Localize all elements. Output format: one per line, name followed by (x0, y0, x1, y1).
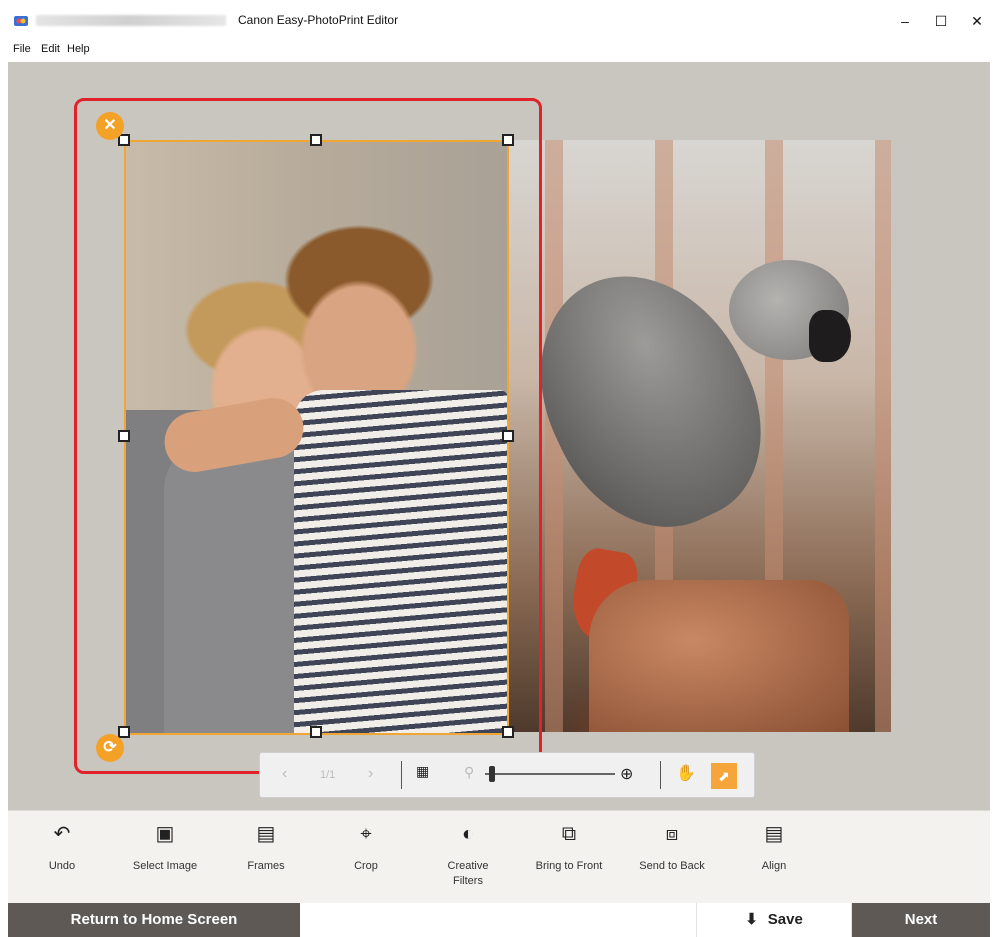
zoom-in-icon[interactable]: ⊕ (620, 764, 633, 784)
send-to-back-button[interactable]: ⧈ Send to Back (622, 811, 722, 903)
chevron-right-icon[interactable]: › (368, 765, 373, 783)
zoom-out-icon[interactable]: ⚲ (464, 764, 474, 781)
footer-bar: Return to Home Screen ⬇ Save Next (8, 903, 990, 937)
edit-toolbar: ↶ Undo ▣ Select Image ▤ Frames ⌖ Crop ◐ … (8, 810, 990, 903)
title-bar: Canon Easy-PhotoPrint Editor – ☐ ✕ (0, 0, 997, 40)
align-button[interactable]: ▤ Align (724, 811, 824, 903)
canvas-toolbar: ‹ 1/1 › ▦ ⚲ ⊕ ✋ (259, 752, 755, 798)
creative-filters-line-2: Filters (453, 875, 483, 887)
frames-label: Frames (247, 860, 285, 872)
minimize-icon[interactable]: – (890, 10, 920, 32)
page-indicator: 1/1 (320, 769, 336, 781)
close-icon[interactable]: ✕ (962, 10, 992, 32)
next-button[interactable]: Next (852, 903, 990, 937)
save-label: Save (767, 911, 803, 928)
crop-button[interactable]: ⌖ Crop (316, 811, 416, 903)
chevron-left-icon[interactable]: ‹ (282, 765, 287, 783)
return-home-button[interactable]: Return to Home Screen (8, 903, 300, 937)
frames-icon: ▤ (256, 823, 276, 845)
separator (401, 761, 402, 789)
align-label: Align (761, 860, 787, 872)
document-path-redacted (36, 15, 226, 26)
bring-to-front-label: Bring to Front (535, 860, 603, 872)
bring-to-front-icon: ⧉ (561, 823, 577, 845)
creative-filters-button[interactable]: ◐ Creative Filters (418, 811, 518, 903)
highlight-box (74, 98, 542, 774)
undo-label: Undo (48, 860, 76, 872)
zoom-slider-thumb[interactable] (489, 766, 495, 782)
crop-icon: ⌖ (360, 823, 372, 845)
send-to-back-icon: ⧈ (665, 823, 679, 845)
creative-filters-icon: ◐ (461, 823, 475, 845)
download-icon: ⬇ (745, 911, 758, 928)
maximize-icon[interactable]: ☐ (926, 10, 956, 32)
select-image-label: Select Image (132, 860, 198, 872)
undo-button[interactable]: ↶ Undo (12, 811, 112, 903)
save-button[interactable]: ⬇ Save (696, 903, 852, 937)
parrot-beak (809, 310, 851, 362)
app-icon (14, 16, 28, 26)
separator (660, 761, 661, 789)
crop-label: Crop (354, 860, 378, 872)
bring-to-front-button[interactable]: ⧉ Bring to Front (519, 811, 619, 903)
menu-file[interactable]: File (13, 43, 31, 55)
menu-help[interactable]: Help (67, 43, 90, 55)
hand (589, 580, 849, 732)
menu-edit[interactable]: Edit (41, 43, 60, 55)
frames-button[interactable]: ▤ Frames (216, 811, 316, 903)
parrot-photo[interactable] (509, 140, 891, 732)
send-to-back-label: Send to Back (639, 860, 705, 872)
hand-icon[interactable]: ✋ (676, 763, 696, 783)
creative-filters-line-1: Creative (447, 860, 489, 872)
select-image-button[interactable]: ▣ Select Image (115, 811, 215, 903)
menu-bar: File Edit Help (0, 40, 997, 60)
select-image-icon: ▣ (155, 823, 175, 845)
undo-icon: ↶ (53, 823, 71, 845)
zoom-slider-track[interactable] (485, 773, 615, 775)
pointer-icon[interactable]: ⬈ (711, 763, 737, 789)
grid-icon[interactable]: ▦ (416, 763, 429, 780)
window-title: Canon Easy-PhotoPrint Editor (238, 13, 399, 27)
align-icon: ▤ (764, 823, 784, 845)
creative-filters-label: Creative Filters (418, 859, 518, 889)
